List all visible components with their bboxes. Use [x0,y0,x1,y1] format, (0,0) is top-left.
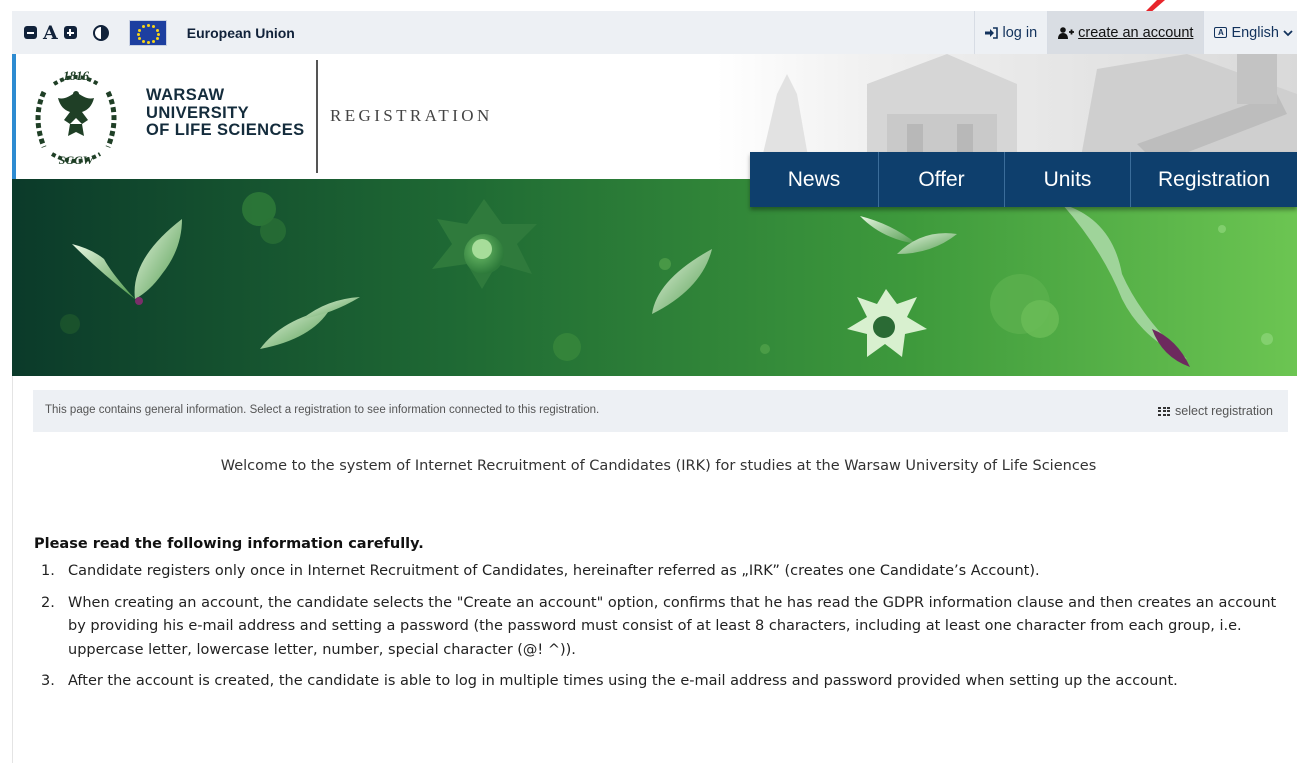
seal-year: 1816 [63,68,90,83]
decorative-banner [12,179,1297,376]
language-label: English [1231,24,1279,41]
decrease-font-button[interactable] [24,24,37,42]
sign-in-icon [985,26,999,39]
nav-item-units[interactable]: Units [1004,152,1130,207]
minus-square-icon [24,26,37,39]
list-item-number: 1. [41,563,55,579]
eu-label: European Union [186,24,295,41]
increase-font-button[interactable] [63,24,77,42]
seal-abbrev: SGGW [59,153,95,167]
nav-item-news[interactable]: News [750,152,878,207]
main-content: Please read the following information ca… [34,536,1284,702]
list-item-number: 2. [41,594,55,611]
plus-square-icon [63,26,77,39]
header-divider [316,60,318,173]
login-button[interactable]: log in [974,11,1047,54]
nav-item-registration[interactable]: Registration [1130,152,1297,207]
language-select[interactable]: A English [1203,11,1297,54]
list-item-text: When creating an account, the candidate … [68,594,1277,658]
list-item-text: After the account is created, the candid… [68,673,1178,689]
chevron-down-icon [1283,29,1293,36]
list-item: 3. After the account is created, the cand… [34,670,1284,694]
create-account-label: create an account [1078,24,1194,41]
select-registration-label: select registration [1175,404,1273,418]
create-account-button[interactable]: create an account [1047,11,1204,54]
font-a-icon[interactable]: A [43,23,58,42]
nav-item-offer[interactable]: Offer [878,152,1004,207]
info-bar: This page contains general information. … [33,390,1288,432]
welcome-text: Welcome to the system of Internet Recrui… [220,458,1097,474]
list-item: 1. Candidate registers only once in Inter… [34,560,1284,584]
main-navigation: News Offer Units Registration [750,152,1297,207]
user-plus-icon [1058,26,1075,39]
language-icon: A [1214,27,1228,38]
grid-icon [1158,406,1171,416]
university-name-line1: WARSAW [146,86,225,104]
accessibility-topbar: A European Union log in create an accoun… [12,11,1297,54]
list-item: 2. When creating an account, the candidat… [34,592,1284,663]
university-name-line2: UNIVERSITY [146,103,250,122]
contrast-icon[interactable] [92,24,109,41]
section-label: REGISTRATION [330,106,493,125]
list-item-number: 3. [41,673,55,689]
header-accent-bar [12,54,16,179]
eu-flag-icon [128,19,167,46]
university-name: WARSAW UNIVERSITY OF LIFE SCIENCES [146,86,305,140]
content-heading: Please read the following information ca… [34,536,424,552]
list-item-text: Candidate registers only once in Interne… [68,563,1040,579]
content-left-border [12,376,13,763]
information-list: 1. Candidate registers only once in Inter… [34,560,1284,694]
university-name-line3: OF LIFE SCIENCES [146,121,305,139]
login-label: log in [1002,24,1038,41]
university-seal-logo: 1816 SGGW [35,68,117,167]
info-text: This page contains general information. … [45,404,600,416]
select-registration-link[interactable]: select registration [1158,404,1273,418]
